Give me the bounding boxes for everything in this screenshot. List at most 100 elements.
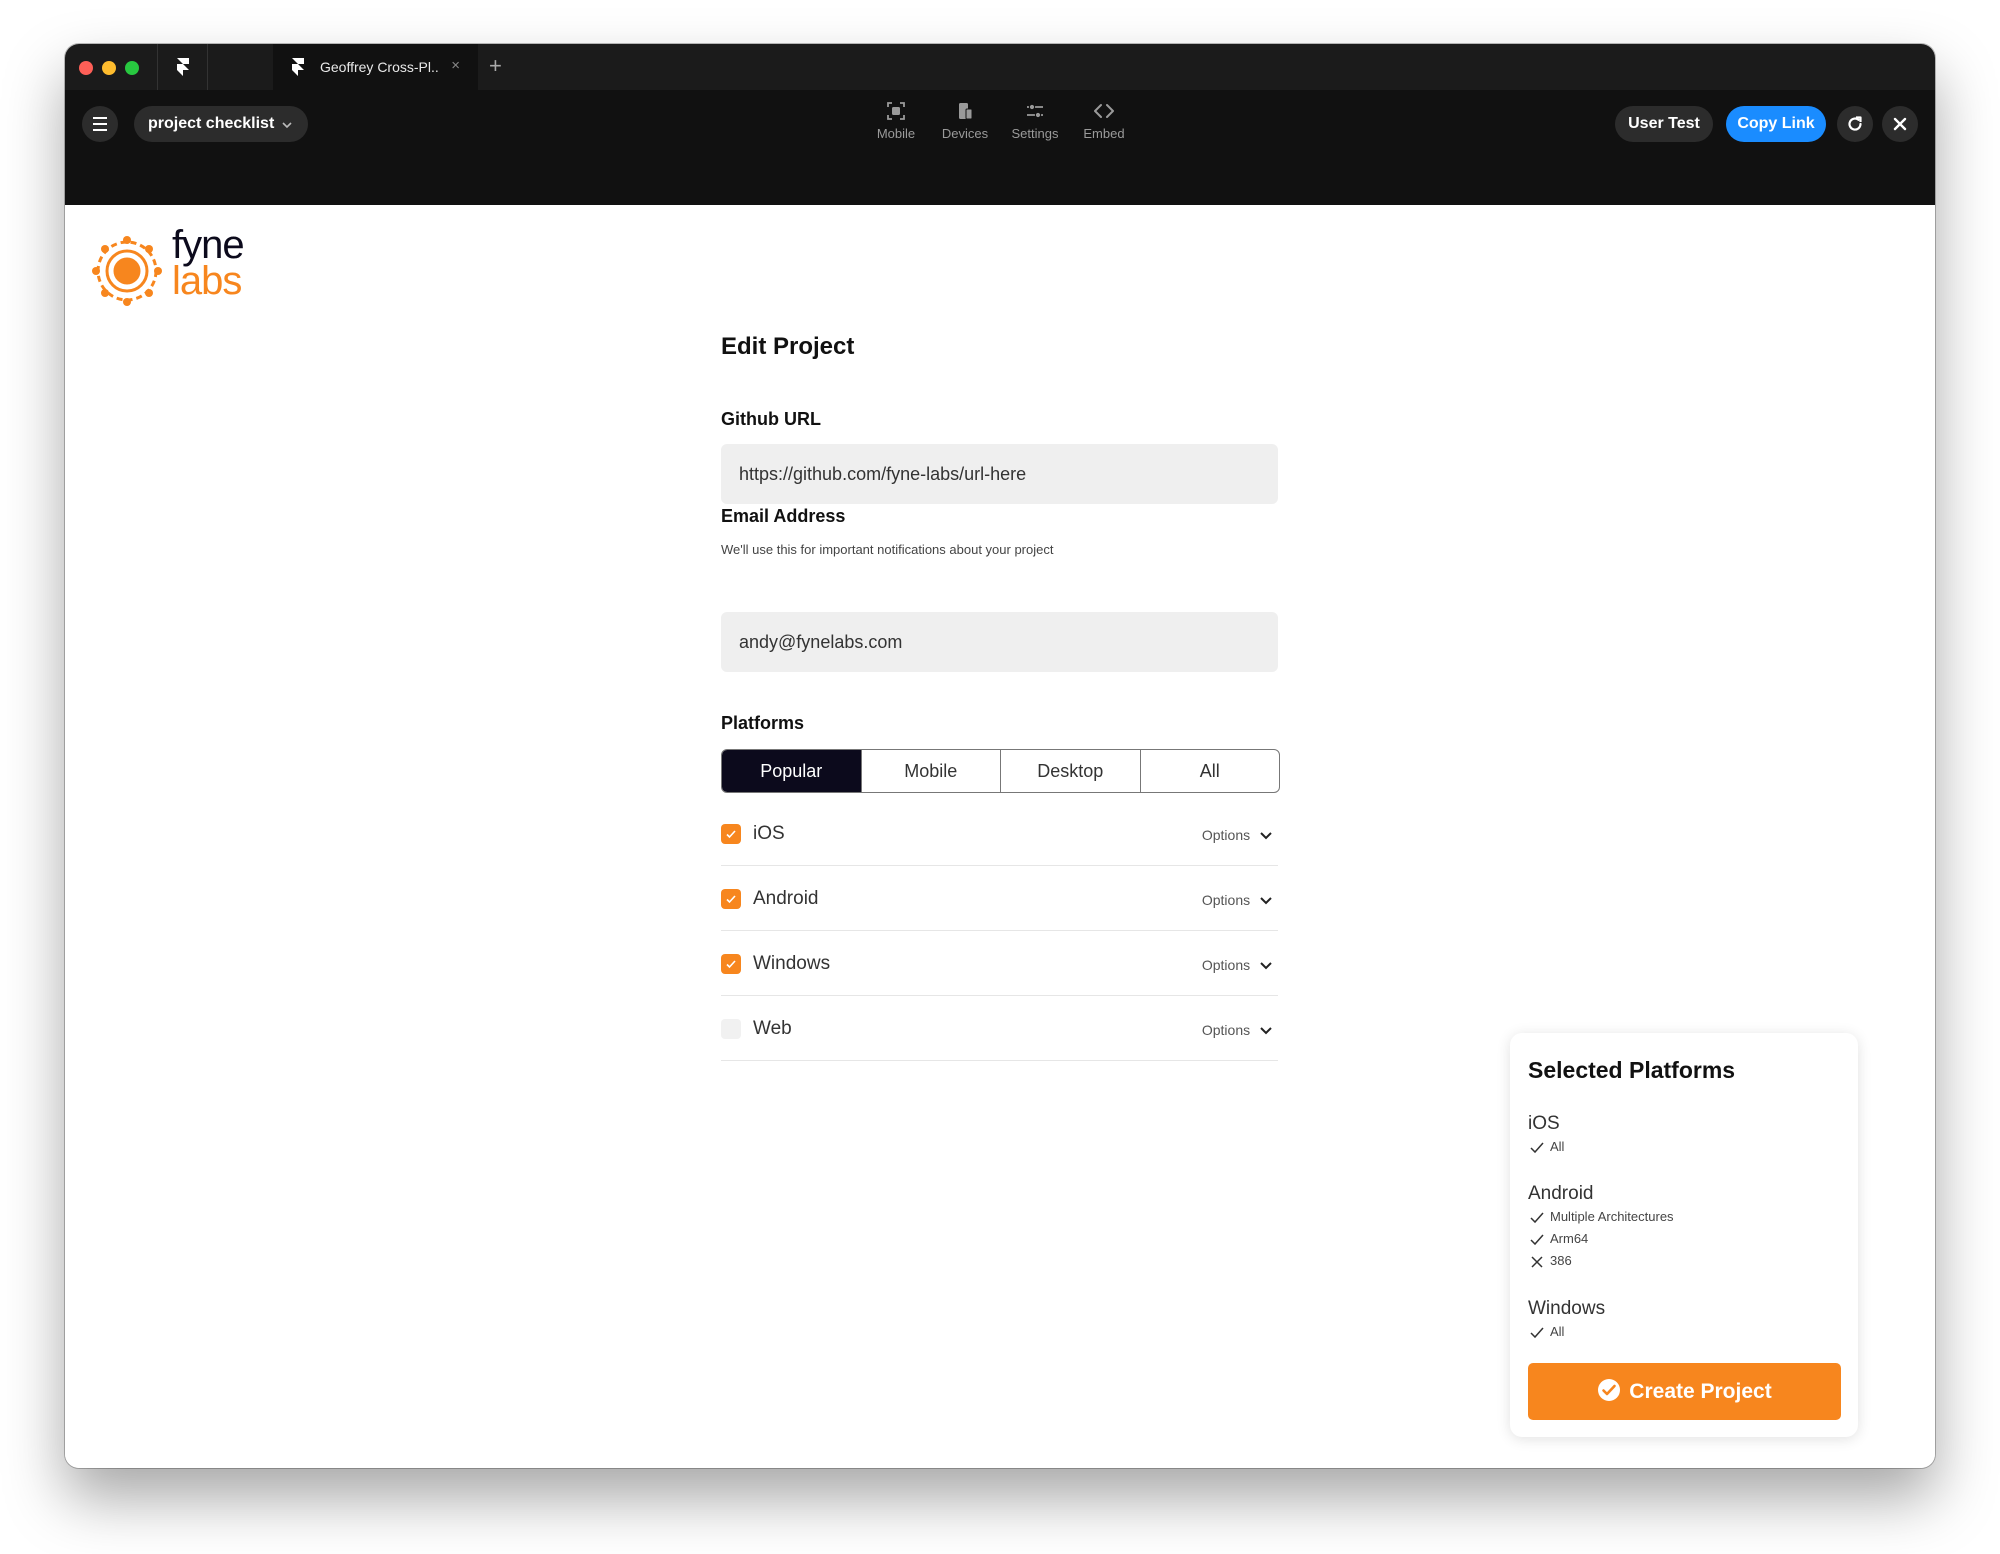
- platform-checkbox-web[interactable]: [721, 1019, 741, 1039]
- platform-options-toggle[interactable]: Options: [1202, 1022, 1272, 1038]
- selected-platform-name: iOS: [1528, 1113, 1560, 1134]
- selected-platforms-panel: Selected Platforms iOS All Android Multi…: [1510, 1033, 1858, 1437]
- feature-text: Multiple Architectures: [1550, 1209, 1674, 1224]
- platform-options-toggle[interactable]: Options: [1202, 827, 1272, 843]
- email-input[interactable]: [739, 612, 1259, 672]
- sliders-icon: [1027, 103, 1043, 119]
- feature-text: All: [1550, 1324, 1565, 1339]
- platform-name: iOS: [753, 823, 785, 844]
- tool-label: Settings: [1011, 126, 1059, 141]
- menu-button[interactable]: [82, 106, 118, 142]
- selected-platform-name: Android: [1528, 1183, 1594, 1204]
- feature-text: Arm64: [1550, 1231, 1589, 1246]
- tab-title: Geoffrey Cross-Pl..: [320, 59, 439, 75]
- platform-name: Android: [753, 888, 819, 909]
- email-field[interactable]: [721, 612, 1278, 672]
- options-label: Options: [1201, 1022, 1251, 1038]
- devices-icon: [959, 103, 973, 120]
- check-icon: [1530, 1142, 1544, 1153]
- chevron-down-icon: [1260, 832, 1272, 840]
- page-content: fyne labs Edit Project Github URL Email …: [65, 205, 1935, 1468]
- fyne-labs-logo[interactable]: fyne labs: [91, 225, 261, 311]
- platform-options-toggle[interactable]: Options: [1202, 892, 1272, 908]
- check-icon: [1530, 1327, 1544, 1338]
- copy-link-button[interactable]: Copy Link: [1726, 106, 1826, 142]
- mobile-frame-icon: [887, 102, 905, 120]
- check-circle-icon: [1598, 1379, 1621, 1402]
- platform-name: Web: [753, 1018, 792, 1039]
- platform-filter-tabs: Popular Mobile Desktop All: [721, 749, 1280, 793]
- feature-item: Arm64: [1530, 1231, 1588, 1246]
- maximize-window-button[interactable]: [125, 61, 139, 75]
- divider: [207, 44, 208, 90]
- options-label: Options: [1201, 957, 1251, 973]
- refresh-icon: [1848, 116, 1862, 131]
- chevron-down-icon: [1260, 962, 1272, 970]
- feature-text: All: [1550, 1139, 1565, 1154]
- code-icon: [1094, 104, 1114, 118]
- browser-window: Geoffrey Cross-Pl.. × + project checklis…: [65, 44, 1935, 1468]
- framer-icon[interactable]: [175, 58, 191, 76]
- selected-platform-name: Windows: [1528, 1298, 1606, 1319]
- user-test-button[interactable]: User Test: [1615, 106, 1713, 142]
- github-url-label: Github URL: [721, 409, 821, 429]
- tool-label: Devices: [941, 126, 989, 141]
- check-icon: [1530, 1212, 1544, 1223]
- tab-desktop[interactable]: Desktop: [1001, 750, 1141, 792]
- platform-options-toggle[interactable]: Options: [1202, 957, 1272, 973]
- chevron-down-icon: [1260, 1027, 1272, 1035]
- tab-bar: Geoffrey Cross-Pl.. × +: [65, 44, 1935, 91]
- close-preview-button[interactable]: [1882, 106, 1918, 142]
- tab-popular[interactable]: Popular: [722, 750, 862, 792]
- tab-all[interactable]: All: [1141, 750, 1280, 792]
- github-url-field[interactable]: [721, 444, 1278, 504]
- platform-row-web: Web Options: [721, 995, 1278, 1061]
- tab-close-icon[interactable]: ×: [451, 57, 460, 74]
- refresh-button[interactable]: [1837, 106, 1873, 142]
- check-icon: [726, 960, 736, 969]
- project-selector[interactable]: project checklist: [134, 106, 308, 142]
- tool-settings[interactable]: Settings: [1002, 102, 1068, 141]
- create-project-button[interactable]: Create Project: [1528, 1363, 1841, 1420]
- tab-mobile[interactable]: Mobile: [862, 750, 1001, 792]
- github-url-input[interactable]: [739, 444, 1259, 504]
- framer-icon: [292, 58, 304, 76]
- check-icon: [726, 895, 736, 904]
- feature-item: All: [1530, 1324, 1564, 1339]
- platforms-label: Platforms: [721, 713, 805, 733]
- check-icon: [1530, 1234, 1544, 1245]
- check-icon: [726, 830, 736, 839]
- new-tab-button[interactable]: +: [489, 53, 502, 79]
- tool-embed[interactable]: Embed: [1071, 102, 1137, 141]
- project-name: project checklist: [148, 115, 275, 132]
- email-helper-text: We'll use this for important notificatio…: [721, 542, 1054, 557]
- platform-checkbox-ios[interactable]: [721, 824, 741, 844]
- platform-row-windows: Windows Options: [721, 930, 1278, 996]
- feature-item: Multiple Architectures: [1530, 1209, 1674, 1224]
- tool-label: Mobile: [876, 126, 916, 141]
- platform-checkbox-android[interactable]: [721, 889, 741, 909]
- logo-mark-icon: [92, 236, 162, 306]
- minimize-window-button[interactable]: [102, 61, 116, 75]
- chevron-down-icon: [282, 122, 292, 129]
- tool-label: Embed: [1083, 126, 1125, 141]
- tool-mobile[interactable]: Mobile: [863, 102, 929, 141]
- hamburger-icon: [93, 117, 107, 119]
- browser-tab-active[interactable]: Geoffrey Cross-Pl.. ×: [273, 44, 478, 90]
- close-window-button[interactable]: [79, 61, 93, 75]
- feature-item: All: [1530, 1139, 1564, 1154]
- logo-text-labs: labs: [172, 259, 242, 303]
- platform-row-android: Android Options: [721, 865, 1278, 931]
- feature-text: 386: [1550, 1253, 1572, 1268]
- options-label: Options: [1201, 827, 1251, 843]
- chevron-down-icon: [1260, 897, 1272, 905]
- platform-name: Windows: [753, 953, 831, 974]
- platform-checkbox-windows[interactable]: [721, 954, 741, 974]
- tool-devices[interactable]: Devices: [932, 102, 998, 141]
- options-label: Options: [1201, 892, 1251, 908]
- cross-icon: [1531, 1256, 1543, 1268]
- platform-row-ios: iOS Options: [721, 800, 1278, 866]
- panel-title: Selected Platforms: [1528, 1057, 1736, 1083]
- divider: [157, 44, 158, 90]
- email-label: Email Address: [721, 506, 846, 526]
